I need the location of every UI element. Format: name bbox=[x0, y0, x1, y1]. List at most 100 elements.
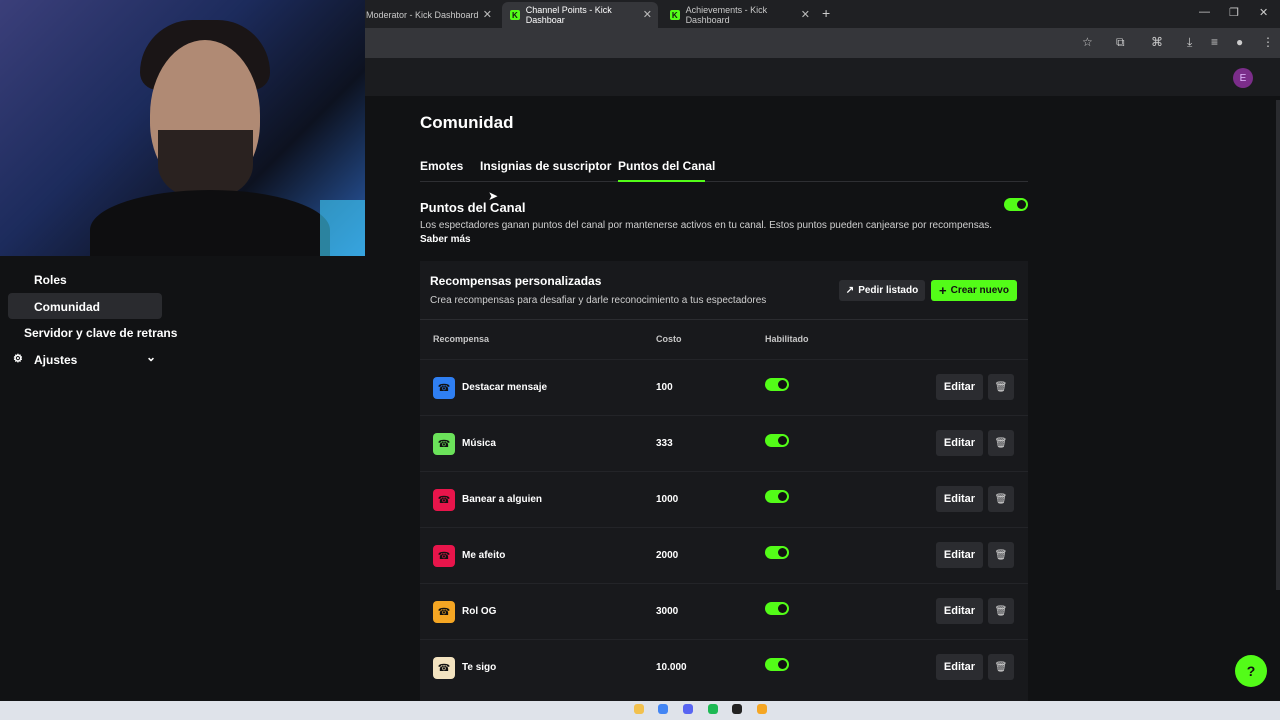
reward-icon: ☎ bbox=[433, 489, 455, 511]
sidebar-item-servidor[interactable]: Servidor y clave de retrans bbox=[24, 326, 177, 340]
reward-icon: ☎ bbox=[433, 433, 455, 455]
file-explorer-icon[interactable] bbox=[634, 704, 644, 714]
reward-name: Destacar mensaje bbox=[462, 382, 548, 393]
sidebar-item-label: Comunidad bbox=[34, 300, 100, 314]
trash-icon[interactable]: 🗑 bbox=[988, 598, 1014, 624]
table-row: ☎ Música 333 Editar 🗑 bbox=[420, 415, 1028, 472]
column-header-cost: Costo bbox=[656, 334, 682, 344]
reward-cost: 2000 bbox=[656, 550, 679, 561]
discord-icon[interactable] bbox=[683, 704, 693, 714]
obs-icon[interactable] bbox=[732, 704, 742, 714]
reward-name: Rol OG bbox=[462, 606, 497, 617]
trash-icon[interactable]: 🗑 bbox=[988, 374, 1014, 400]
table-row: ☎ Te sigo 10.000 Editar 🗑 bbox=[420, 639, 1028, 696]
sidebar-item-comunidad[interactable]: Comunidad bbox=[8, 293, 162, 319]
kick-logo-icon: K bbox=[510, 10, 520, 20]
webcam-light bbox=[320, 200, 365, 256]
reward-enabled-toggle[interactable] bbox=[765, 546, 789, 559]
request-list-label: Pedir listado bbox=[858, 285, 919, 296]
trash-icon[interactable]: 🗑 bbox=[988, 654, 1014, 680]
sidebar-item-roles[interactable]: Roles bbox=[34, 273, 67, 287]
table-row: ☎ Me afeito 2000 Editar 🗑 bbox=[420, 527, 1028, 584]
tab-insignias[interactable]: Insignias de suscriptor bbox=[480, 159, 611, 173]
scrollbar[interactable] bbox=[1276, 100, 1280, 590]
rewards-title: Recompensas personalizadas bbox=[430, 274, 602, 288]
spotify-icon[interactable] bbox=[708, 704, 718, 714]
trash-icon[interactable]: 🗑 bbox=[988, 486, 1014, 512]
extensions-icon[interactable]: ⧉ bbox=[1116, 35, 1125, 50]
reward-enabled-toggle[interactable] bbox=[765, 434, 789, 447]
external-link-icon: ↗ bbox=[845, 285, 855, 296]
tab-divider bbox=[420, 181, 1028, 182]
close-icon[interactable]: ✕ bbox=[483, 8, 492, 21]
rewards-subtitle: Crea recompensas para desafiar y darle r… bbox=[430, 295, 767, 306]
reward-cost: 333 bbox=[656, 438, 673, 449]
media-icon[interactable]: ≡ bbox=[1211, 35, 1218, 49]
close-icon[interactable]: ✕ bbox=[801, 8, 810, 21]
reward-enabled-toggle[interactable] bbox=[765, 602, 789, 615]
new-tab-button[interactable]: + bbox=[822, 5, 830, 21]
trash-icon[interactable]: 🗑 bbox=[988, 430, 1014, 456]
plus-icon: + bbox=[939, 283, 947, 298]
help-chat-button[interactable]: ? bbox=[1235, 655, 1267, 687]
chrome-icon[interactable] bbox=[658, 704, 668, 714]
table-row: ☎ Banear a alguien 1000 Editar 🗑 bbox=[420, 471, 1028, 528]
minimize-button[interactable]: — bbox=[1199, 6, 1210, 18]
create-new-button[interactable]: + Crear nuevo bbox=[931, 280, 1017, 301]
reward-enabled-toggle[interactable] bbox=[765, 378, 789, 391]
star-icon[interactable]: ☆ bbox=[1082, 35, 1093, 49]
restore-button[interactable]: ❐ bbox=[1229, 6, 1239, 19]
download-icon[interactable]: ⤓ bbox=[1187, 35, 1192, 50]
channel-points-toggle[interactable] bbox=[1004, 198, 1028, 211]
webcam-body bbox=[90, 190, 330, 256]
request-list-button[interactable]: ↗ Pedir listado bbox=[839, 280, 925, 301]
mouse-cursor: ➤ bbox=[488, 189, 499, 203]
webcam-overlay bbox=[0, 0, 365, 256]
page-title: Comunidad bbox=[420, 113, 514, 132]
tab-puntos-del-canal[interactable]: Puntos del Canal bbox=[618, 159, 715, 173]
browser-tab-achievements[interactable]: K Achievements - Kick Dashboard ✕ bbox=[662, 2, 816, 28]
active-tab-indicator bbox=[618, 180, 705, 182]
reward-icon: ☎ bbox=[433, 657, 455, 679]
tab-title: Achievements - Kick Dashboard bbox=[685, 5, 768, 25]
reward-name: Banear a alguien bbox=[462, 494, 543, 505]
reward-enabled-toggle[interactable] bbox=[765, 490, 789, 503]
reward-name: Me afeito bbox=[462, 550, 506, 561]
edit-button[interactable]: Editar bbox=[936, 430, 983, 456]
chevron-down-icon[interactable]: ⌄ bbox=[146, 350, 156, 364]
browser-tab-channel-points[interactable]: K Channel Points - Kick Dashboar ✕ bbox=[502, 2, 658, 28]
column-header-reward: Recompensa bbox=[433, 334, 490, 344]
reward-icon: ☎ bbox=[433, 601, 455, 623]
translate-icon[interactable]: ⌘ bbox=[1151, 35, 1163, 49]
channel-points-title: Puntos del Canal bbox=[420, 200, 526, 215]
close-icon[interactable]: ✕ bbox=[643, 8, 652, 21]
reward-enabled-toggle[interactable] bbox=[765, 658, 789, 671]
kick-logo-icon: K bbox=[670, 10, 680, 20]
gear-icon: ⚙ bbox=[13, 353, 23, 365]
reward-name: Música bbox=[462, 438, 496, 449]
edit-button[interactable]: Editar bbox=[936, 654, 983, 680]
reward-cost: 1000 bbox=[656, 494, 679, 505]
edit-button[interactable]: Editar bbox=[936, 374, 983, 400]
reward-icon: ☎ bbox=[433, 377, 455, 399]
edit-button[interactable]: Editar bbox=[936, 486, 983, 512]
avatar[interactable]: E bbox=[1233, 68, 1253, 88]
close-window-button[interactable]: ✕ bbox=[1259, 6, 1268, 19]
tab-emotes[interactable]: Emotes bbox=[420, 159, 463, 173]
edit-button[interactable]: Editar bbox=[936, 598, 983, 624]
learn-more-link[interactable]: Saber más bbox=[420, 234, 471, 245]
table-row: ☎ Destacar mensaje 100 Editar 🗑 bbox=[420, 359, 1028, 416]
menu-icon[interactable]: ⋮ bbox=[1262, 35, 1274, 49]
browser-tab-moderator[interactable]: Moderator - Kick Dashboard ✕ bbox=[358, 2, 498, 28]
reward-name: Te sigo bbox=[462, 662, 497, 673]
sidebar-item-ajustes[interactable]: Ajustes bbox=[34, 353, 77, 367]
trash-icon[interactable]: 🗑 bbox=[988, 542, 1014, 568]
app-icon[interactable] bbox=[757, 704, 767, 714]
profile-icon[interactable]: ● bbox=[1236, 35, 1243, 49]
card-divider bbox=[420, 319, 1028, 320]
table-row: ☎ Rol OG 3000 Editar 🗑 bbox=[420, 583, 1028, 640]
edit-button[interactable]: Editar bbox=[936, 542, 983, 568]
column-header-enabled: Habilitado bbox=[765, 334, 809, 344]
create-new-label: Crear nuevo bbox=[950, 285, 1009, 296]
reward-cost: 10.000 bbox=[656, 662, 687, 673]
